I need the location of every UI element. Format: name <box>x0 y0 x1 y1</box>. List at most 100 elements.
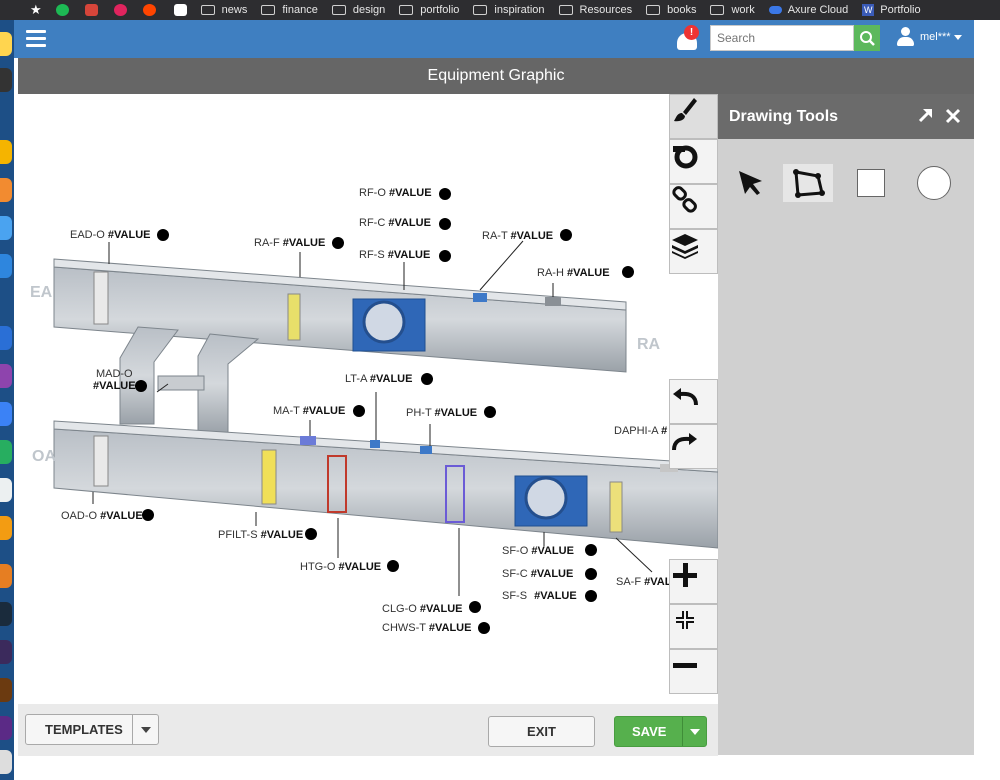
save-options-chevron-icon[interactable] <box>682 717 706 746</box>
app-header: ! mel*** <box>14 20 974 58</box>
point-label-sf-s[interactable]: SF-S #VALUE <box>502 590 577 602</box>
point-label-oad-o[interactable]: OAD-O #VALUE <box>61 510 143 522</box>
dock-app-icon[interactable] <box>0 440 12 464</box>
dock-app-icon[interactable] <box>0 716 12 740</box>
link-tool-button[interactable] <box>669 184 718 229</box>
bookmark-books[interactable]: books <box>646 4 696 16</box>
exit-button[interactable]: EXIT <box>488 716 595 747</box>
menu-icon[interactable] <box>26 30 46 48</box>
point-label-rf-o[interactable]: RF-O #VALUE <box>359 187 432 199</box>
expand-icon[interactable] <box>915 106 935 126</box>
notification-bell-icon[interactable]: ! <box>674 25 700 53</box>
fan-icon <box>673 145 698 169</box>
dock-app-icon[interactable] <box>0 216 12 240</box>
fan-tool-button[interactable] <box>669 139 718 184</box>
zone-label-oa: OA <box>32 448 56 465</box>
equipment-canvas[interactable]: EA OA RA RF-O #VALUE RF-C #VALUE RF-S #V… <box>18 94 718 704</box>
dock-app-icon[interactable] <box>0 750 12 774</box>
undo-button[interactable] <box>669 379 718 424</box>
point-label-pfilt-s[interactable]: PFILT-S #VALUE <box>218 529 303 541</box>
point-label-rf-c[interactable]: RF-C #VALUE <box>359 217 431 229</box>
zoom-in-button[interactable] <box>669 559 718 604</box>
dock-app-icon[interactable] <box>0 678 12 702</box>
chevron-down-icon <box>953 34 962 40</box>
dock-app-icon[interactable] <box>0 516 12 540</box>
dock-app-icon[interactable] <box>0 32 12 56</box>
folder-icon <box>710 5 725 15</box>
page-title: Equipment Graphic <box>18 58 974 94</box>
folder-icon <box>399 5 414 15</box>
dock-app-icon[interactable] <box>0 364 12 388</box>
point-label-sa-f[interactable]: SA-F #VAL <box>616 576 671 588</box>
dock-app-icon[interactable] <box>0 478 12 502</box>
point-label-clg-o[interactable]: CLG-O #VALUE <box>382 603 463 615</box>
bookmark-axure-cloud[interactable]: Axure Cloud <box>768 4 848 16</box>
note-icon[interactable] <box>173 4 187 16</box>
point-status-dot <box>305 528 317 540</box>
point-label-chws-t[interactable]: CHWS-T #VALUE <box>382 622 471 634</box>
fit-to-screen-button[interactable] <box>669 604 718 649</box>
point-status-dot <box>478 622 490 634</box>
dock-app-icon[interactable] <box>0 254 12 278</box>
drawing-tools-title: Drawing Tools <box>729 108 839 125</box>
dock-app-icon[interactable] <box>0 564 12 588</box>
chevron-down-icon[interactable] <box>132 715 158 744</box>
bookmark-design[interactable]: design <box>331 4 385 16</box>
pointer-tool-button[interactable] <box>726 164 776 202</box>
zoom-out-button[interactable] <box>669 649 718 694</box>
notification-badge: ! <box>684 25 699 40</box>
bookmark-resources[interactable]: Resources <box>558 4 632 16</box>
undo-icon <box>673 388 698 406</box>
dock-app-icon[interactable] <box>0 140 12 164</box>
dock-app-icon[interactable] <box>0 178 12 202</box>
dock-app-icon[interactable] <box>0 402 12 426</box>
point-status-dot <box>439 218 451 230</box>
point-label-daphi-a[interactable]: DAPHI-A # <box>614 425 667 437</box>
gmail-icon[interactable] <box>84 4 98 16</box>
point-label-rf-s[interactable]: RF-S #VALUE <box>359 249 430 261</box>
user-menu[interactable]: mel*** <box>896 27 962 47</box>
point-label-ra-f[interactable]: RA-F #VALUE <box>254 237 325 249</box>
layers-tool-button[interactable] <box>669 229 718 274</box>
dock-app-icon[interactable] <box>0 640 12 664</box>
bookmark-news[interactable]: news <box>200 4 247 16</box>
point-label-ra-h[interactable]: RA-H #VALUE <box>537 267 610 279</box>
bookmark-portfolio[interactable]: portfolio <box>399 4 459 16</box>
star-icon[interactable]: ★ <box>30 2 42 18</box>
bookmark-finance[interactable]: finance <box>261 4 318 16</box>
app-dock <box>0 20 14 780</box>
save-button[interactable]: SAVE <box>614 716 707 747</box>
close-icon[interactable] <box>943 106 963 126</box>
search-button[interactable] <box>854 25 880 51</box>
redo-button[interactable] <box>669 424 718 469</box>
point-status-dot <box>332 237 344 249</box>
brush-icon <box>674 98 697 122</box>
point-label-ead-o[interactable]: EAD-O #VALUE <box>70 229 151 241</box>
dock-app-icon[interactable] <box>0 602 12 626</box>
point-label-lt-a[interactable]: LT-A #VALUE <box>345 373 412 385</box>
dock-app-icon[interactable] <box>0 326 12 350</box>
templates-dropdown[interactable]: TEMPLATES <box>25 714 159 745</box>
rectangle-icon <box>857 169 885 197</box>
point-label-sf-c[interactable]: SF-C #VALUE <box>502 568 573 580</box>
point-label-htg-o[interactable]: HTG-O #VALUE <box>300 561 381 573</box>
spotify-icon[interactable] <box>55 4 69 16</box>
polygon-tool-button[interactable] <box>783 164 833 202</box>
brush-tool-button[interactable] <box>669 94 718 139</box>
point-label-mad-o[interactable]: MAD-O #VALUE <box>93 368 136 392</box>
point-label-ph-t[interactable]: PH-T #VALUE <box>406 407 477 419</box>
point-label-ra-t[interactable]: RA-T #VALUE <box>482 230 553 242</box>
bookmark-portfolio-2[interactable]: W Portfolio <box>862 4 921 16</box>
reddit-icon[interactable] <box>142 4 156 16</box>
bookmark-work[interactable]: work <box>710 4 755 16</box>
app-icon[interactable] <box>113 4 127 16</box>
point-label-sf-o[interactable]: SF-O #VALUE <box>502 545 574 557</box>
search-input[interactable] <box>710 25 854 51</box>
rectangle-tool-button[interactable] <box>846 164 896 202</box>
bookmark-inspiration[interactable]: inspiration <box>473 4 545 16</box>
circle-tool-button[interactable] <box>909 164 959 202</box>
point-status-dot <box>560 229 572 241</box>
dock-app-icon[interactable] <box>0 68 12 92</box>
search-icon <box>860 31 875 46</box>
point-label-ma-t[interactable]: MA-T #VALUE <box>273 405 345 417</box>
